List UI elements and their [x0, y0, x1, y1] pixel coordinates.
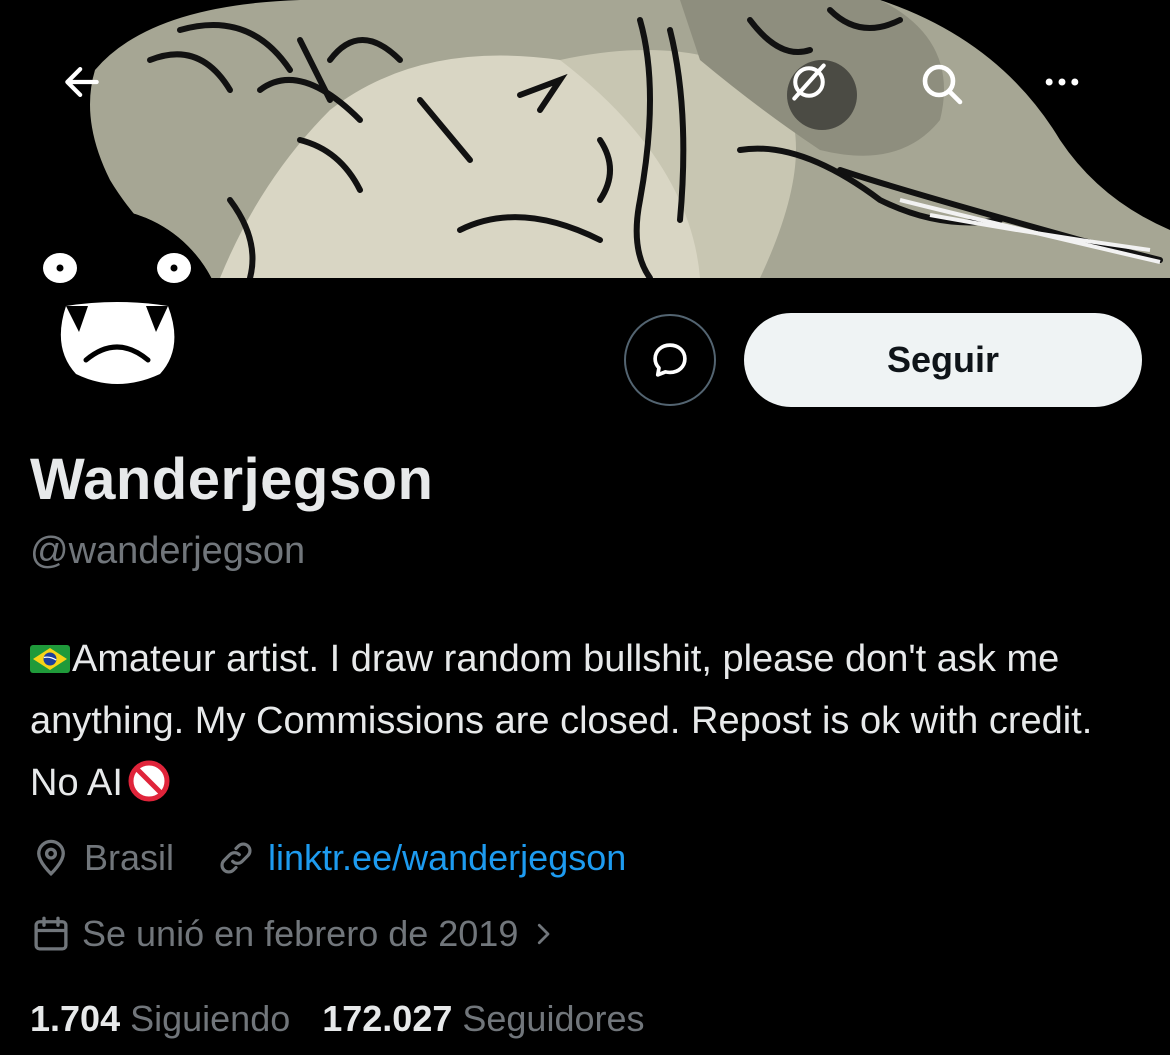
location-text: Brasil	[84, 837, 175, 878]
message-button[interactable]	[624, 314, 716, 406]
arrow-left-icon	[65, 67, 99, 97]
profile-bio: Amateur artist. I draw random bullshit, …	[30, 628, 1140, 814]
message-bubble-icon	[653, 343, 687, 377]
chevron-right-icon	[528, 919, 558, 949]
joined-date: Se unió en febrero de 2019	[82, 913, 519, 954]
profile-meta-row: Brasil linktr.ee/wanderjegson	[30, 834, 626, 882]
search-button[interactable]	[918, 60, 988, 130]
user-handle: @wanderjegson	[30, 530, 306, 572]
brazil-flag-icon	[30, 645, 70, 673]
followers-stat[interactable]: 172.027 Seguidores	[322, 998, 644, 1040]
globe-slash-icon	[792, 63, 826, 101]
translate-button[interactable]	[787, 60, 857, 130]
search-icon	[922, 64, 963, 105]
joined-row[interactable]: Se unió en febrero de 2019	[30, 910, 558, 958]
website-link[interactable]: linktr.ee/wanderjegson	[268, 837, 626, 879]
no-entry-icon	[128, 760, 170, 802]
link-icon	[216, 838, 256, 878]
back-button[interactable]	[60, 60, 130, 130]
more-button[interactable]	[1040, 60, 1110, 130]
followers-count: 172.027	[322, 998, 453, 1039]
display-name: Wanderjegson	[30, 447, 434, 512]
following-stat[interactable]: 1.704 Siguiendo	[30, 998, 290, 1040]
bio-text: Amateur artist. I draw random bullshit, …	[30, 638, 1093, 804]
follow-button[interactable]: Seguir	[744, 313, 1142, 407]
more-horizontal-icon	[1045, 78, 1079, 86]
followers-label: Seguidores	[462, 998, 645, 1039]
location-pin-icon	[30, 837, 72, 879]
following-count: 1.704	[30, 998, 121, 1039]
calendar-icon	[30, 913, 72, 955]
follow-stats: 1.704 Siguiendo 172.027 Seguidores	[30, 994, 645, 1044]
following-label: Siguiendo	[130, 998, 291, 1039]
